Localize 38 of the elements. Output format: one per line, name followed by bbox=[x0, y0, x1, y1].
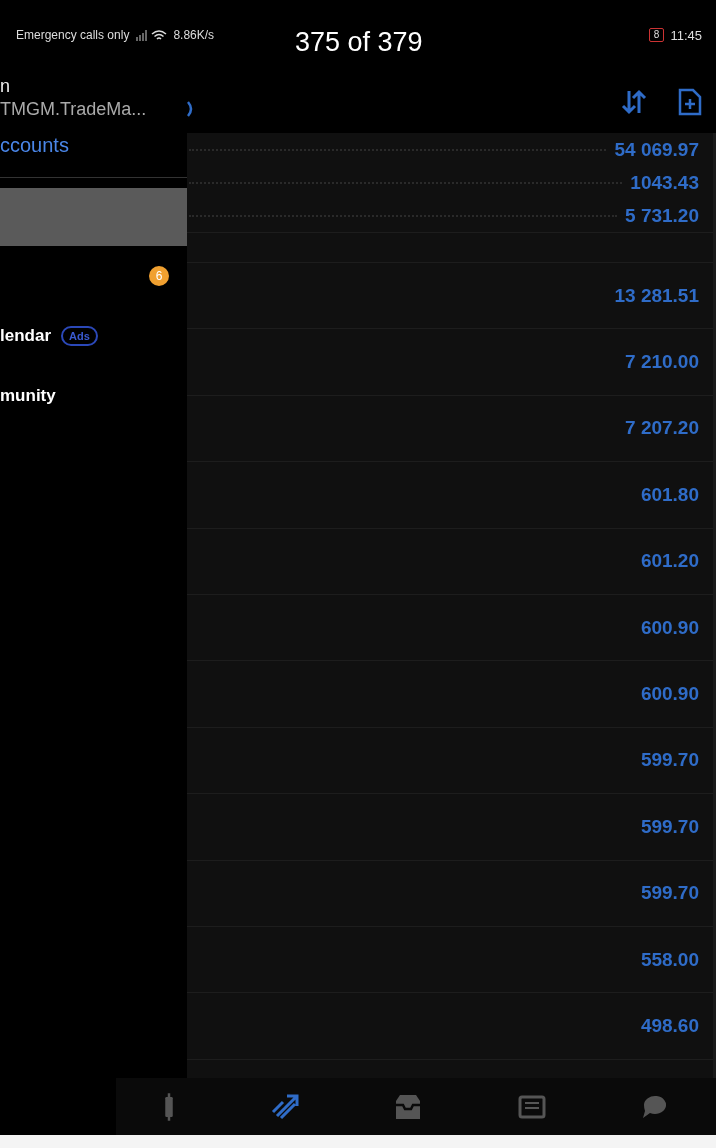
arc-icon[interactable] bbox=[187, 99, 195, 118]
accounts-link[interactable]: ccounts bbox=[0, 134, 187, 157]
list-row[interactable]: 600.90 bbox=[187, 661, 713, 728]
menu-item[interactable]: 6 bbox=[0, 246, 187, 306]
value-text: 1043.43 bbox=[630, 171, 699, 194]
wifi-icon bbox=[151, 29, 168, 41]
list-row[interactable]: 558.00 bbox=[187, 926, 713, 994]
clock-text: 11:45 bbox=[670, 27, 702, 43]
candles-icon bbox=[164, 1091, 175, 1122]
list-row[interactable]: 599.70 bbox=[187, 794, 713, 861]
sort-icon[interactable] bbox=[620, 87, 648, 116]
new-document-icon[interactable] bbox=[678, 87, 702, 116]
list-row[interactable]: 13 281.51 bbox=[187, 263, 713, 330]
list-row[interactable]: 599.70 bbox=[187, 860, 713, 927]
drawer-title: n bbox=[0, 75, 11, 97]
value-text: 54 069.97 bbox=[614, 138, 699, 161]
list-row[interactable]: 7 207.20 bbox=[187, 395, 713, 463]
list-row[interactable]: 599.70 bbox=[187, 727, 713, 795]
signal-icon bbox=[135, 29, 148, 41]
battery-icon: 8 bbox=[648, 28, 665, 42]
list-row[interactable]: 7 210.00 bbox=[187, 329, 713, 396]
inbox-icon bbox=[395, 1093, 422, 1120]
carrier-text: Emergency calls only bbox=[16, 28, 130, 42]
news-icon bbox=[518, 1094, 547, 1119]
notification-count: 6 bbox=[149, 266, 169, 286]
value-text: 5 731.20 bbox=[625, 204, 699, 227]
menu-item[interactable]: munity bbox=[0, 386, 56, 406]
list-row[interactable]: 498.60 bbox=[187, 993, 713, 1060]
list-row[interactable]: 600.90 bbox=[187, 594, 713, 662]
chat-icon bbox=[642, 1094, 668, 1119]
image-counter: 375 of 379 bbox=[295, 27, 423, 58]
trend-icon bbox=[270, 1093, 299, 1120]
server-name: TMGM.TradeMa... bbox=[0, 99, 148, 120]
network-speed-text: 8.86K/s bbox=[173, 28, 215, 42]
list-row[interactable]: 601.20 bbox=[187, 528, 713, 595]
list-row[interactable]: 601.80 bbox=[187, 462, 713, 529]
menu-item[interactable]: lendar bbox=[0, 326, 52, 346]
ads-tag: Ads bbox=[61, 326, 98, 346]
